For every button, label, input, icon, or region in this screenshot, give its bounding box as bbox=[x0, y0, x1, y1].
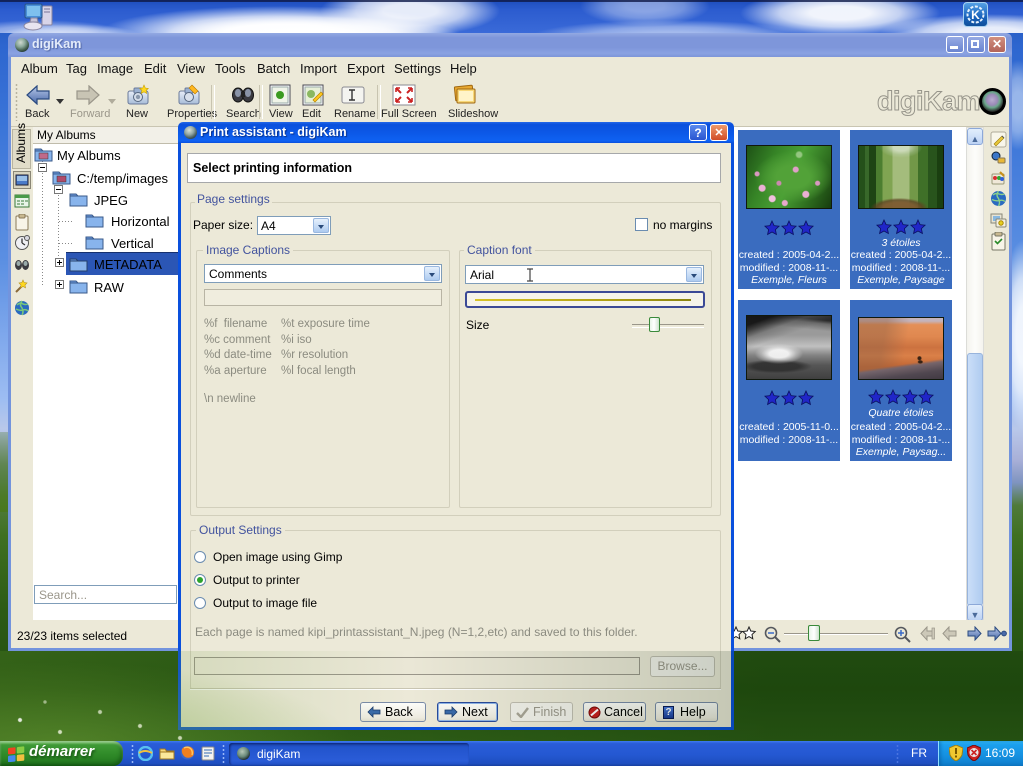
svg-text:K: K bbox=[971, 8, 980, 22]
